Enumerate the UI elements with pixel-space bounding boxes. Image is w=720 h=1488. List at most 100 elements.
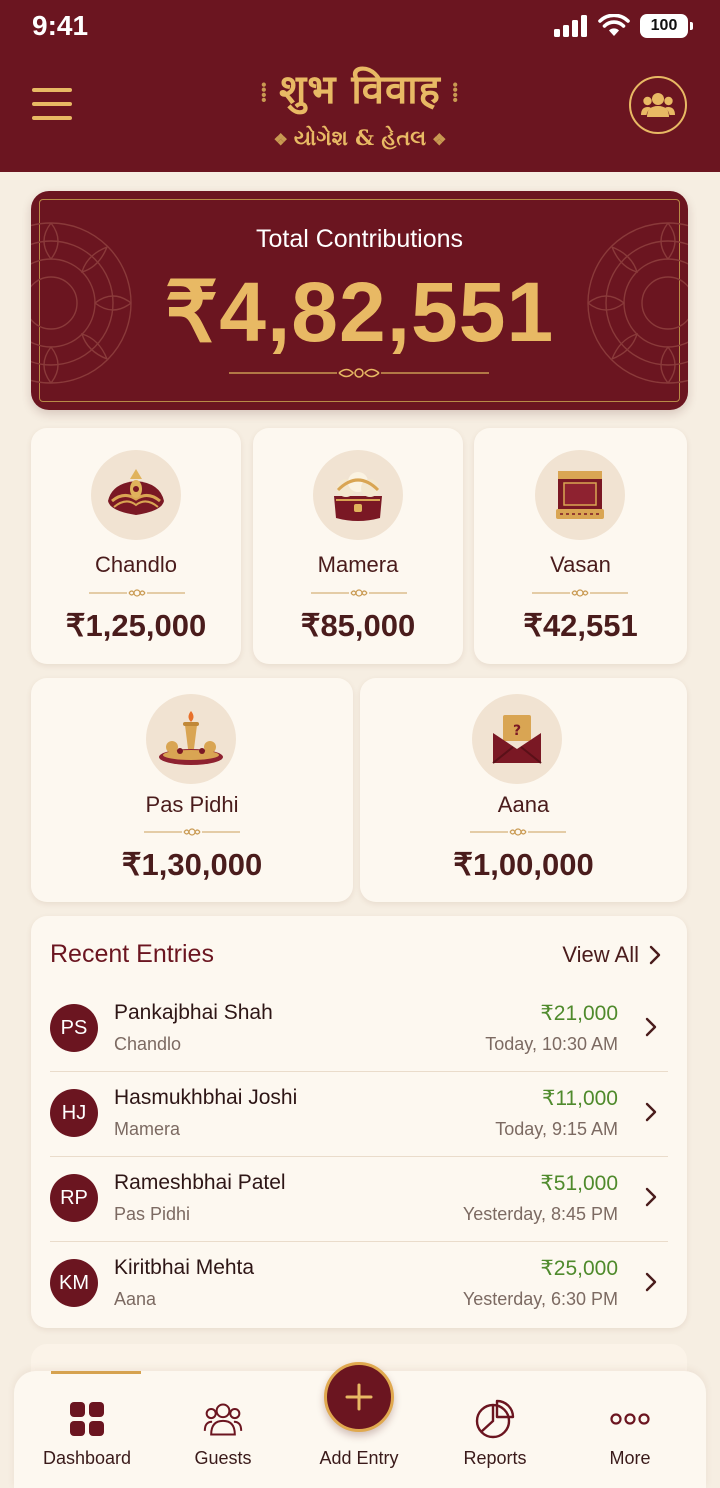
- signal-icon: [554, 15, 587, 37]
- gift-basket-icon: [334, 472, 382, 521]
- nav-reports[interactable]: Reports: [430, 1371, 560, 1488]
- avatar: RP: [50, 1174, 98, 1222]
- puja-thali-icon: [159, 711, 223, 765]
- status-icons: 100: [554, 14, 693, 38]
- app-header: 9:41 100 ⁞ शुभ विवाह ⁞ ❖ યોગેશ & હેતલ ❖: [0, 0, 720, 172]
- chevron-right-icon: [649, 945, 661, 965]
- ornamental-divider: [470, 828, 566, 836]
- ornamental-divider: [144, 828, 240, 836]
- total-label: Total Contributions: [255, 225, 464, 253]
- couple-name: યોગેશ & હેતલ: [293, 125, 427, 150]
- avatar: HJ: [50, 1089, 98, 1137]
- nav-icon-wrap: [610, 1399, 650, 1439]
- nav-label: More: [609, 1448, 651, 1468]
- nav-more[interactable]: More: [565, 1371, 695, 1488]
- title-ornament-right: ⁞: [450, 78, 461, 108]
- nav-guests[interactable]: Guests: [158, 1371, 288, 1488]
- avatar: KM: [50, 1259, 98, 1307]
- total-contributions-card: Total Contributions ₹4,82,551: [31, 191, 688, 410]
- menu-icon-bar: [32, 102, 72, 106]
- saree-icon: [556, 471, 604, 519]
- plus-icon: [345, 1383, 373, 1411]
- list-item[interactable]: HJ Hasmukhbhai Joshi Mamera ₹11,000 Toda…: [31, 1072, 687, 1157]
- category-label: Vasan: [550, 552, 611, 577]
- entry-time: Yesterday, 6:30 PM: [462, 1289, 618, 1309]
- category-amount: ₹1,30,000: [121, 847, 263, 882]
- couple-name-row: ❖ યોગેશ & હેતલ ❖: [160, 125, 560, 151]
- category-icon-circle: ?: [472, 694, 562, 784]
- status-time: 9:41: [32, 10, 89, 41]
- subtitle-ornament-left: ❖: [273, 130, 288, 149]
- list-item[interactable]: KM Kiritbhai Mehta Aana ₹25,000 Yesterda…: [31, 1242, 687, 1327]
- category-icon-circle: [535, 450, 625, 540]
- nav-label: Guests: [194, 1448, 252, 1468]
- subtitle-ornament-right: ❖: [432, 130, 447, 149]
- category-card-pas-pidhi[interactable]: Pas Pidhi ₹1,30,000: [31, 678, 353, 902]
- category-card-aana[interactable]: ? Aana ₹1,00,000: [360, 678, 687, 902]
- category-card-mamera[interactable]: Mamera ₹85,000: [253, 428, 463, 664]
- turban-icon: [108, 469, 164, 515]
- pie-chart-icon: [475, 1399, 515, 1439]
- view-all-label: View All: [562, 942, 639, 967]
- chevron-right-icon: [645, 1017, 657, 1037]
- category-amount: ₹1,00,000: [453, 847, 594, 882]
- app-title-row: ⁞ शुभ विवाह ⁞: [160, 60, 560, 123]
- entry-amount: ₹11,000: [541, 1087, 618, 1110]
- chevron-right-icon: [645, 1187, 657, 1207]
- view-all-link[interactable]: View All: [562, 942, 661, 968]
- chevron-right-icon: [645, 1102, 657, 1122]
- header-title-block: ⁞ शुभ विवाह ⁞ ❖ યોગેશ & હેતલ ❖: [160, 60, 560, 151]
- more-icon: [610, 1413, 650, 1425]
- ornamental-divider: [89, 589, 185, 597]
- entry-amount: ₹25,000: [540, 1257, 618, 1280]
- nav-label: Reports: [463, 1448, 527, 1468]
- total-value: ₹4,82,551: [164, 265, 555, 359]
- nav-dashboard[interactable]: Dashboard: [22, 1371, 152, 1488]
- category-card-vasan[interactable]: Vasan ₹42,551: [474, 428, 687, 664]
- ornamental-divider: [311, 589, 407, 597]
- ornamental-divider: [229, 368, 489, 378]
- category-amount: ₹42,551: [523, 608, 638, 643]
- menu-icon-bar: [32, 88, 72, 92]
- category-label: Pas Pidhi: [145, 792, 239, 817]
- entry-name: Hasmukhbhai Joshi: [114, 1086, 298, 1109]
- dashboard-icon: [70, 1402, 104, 1436]
- list-item[interactable]: RP Rameshbhai Patel Pas Pidhi ₹51,000 Ye…: [31, 1157, 687, 1242]
- envelope-icon: ?: [492, 715, 542, 764]
- category-label: Aana: [497, 792, 550, 817]
- entry-name: Pankajbhai Shah: [114, 1001, 273, 1024]
- category-icon-circle: [91, 450, 181, 540]
- users-icon: [641, 93, 675, 117]
- family-profile-button[interactable]: [629, 76, 687, 134]
- menu-button[interactable]: [32, 88, 72, 120]
- list-item[interactable]: PS Pankajbhai Shah Chandlo ₹21,000 Today…: [31, 987, 687, 1072]
- entry-category: Pas Pidhi: [114, 1204, 191, 1224]
- ornamental-divider: [532, 589, 628, 597]
- entry-time: Today, 9:15 AM: [495, 1119, 618, 1139]
- nav-icon-wrap: [67, 1399, 107, 1439]
- status-bar: 9:41 100: [0, 0, 720, 56]
- nav-icon-wrap: [203, 1399, 243, 1439]
- entry-category: Chandlo: [114, 1034, 182, 1054]
- category-card-chandlo[interactable]: Chandlo ₹1,25,000: [31, 428, 241, 664]
- add-entry-button[interactable]: [324, 1362, 394, 1432]
- entry-category: Aana: [114, 1289, 157, 1309]
- nav-label: Add Entry: [319, 1448, 399, 1468]
- guests-icon: [203, 1403, 243, 1436]
- avatar: PS: [50, 1004, 98, 1052]
- nav-active-indicator: [51, 1371, 141, 1374]
- title-ornament-left: ⁞: [259, 78, 270, 108]
- entry-category: Mamera: [114, 1119, 181, 1139]
- svg-text:?: ?: [513, 723, 521, 739]
- category-label: Chandlo: [95, 552, 177, 577]
- entry-time: Today, 10:30 AM: [485, 1034, 618, 1054]
- entry-name: Rameshbhai Patel: [114, 1171, 286, 1194]
- recent-entries-card: Recent Entries View All PS Pankajbhai Sh…: [31, 916, 687, 1328]
- category-icon-circle: [146, 694, 236, 784]
- menu-icon-bar: [32, 116, 72, 120]
- category-amount: ₹1,25,000: [65, 608, 207, 643]
- category-label: Mamera: [317, 552, 399, 577]
- recent-entries-title: Recent Entries: [50, 940, 214, 968]
- chevron-right-icon: [645, 1272, 657, 1292]
- entry-time: Yesterday, 8:45 PM: [462, 1204, 618, 1224]
